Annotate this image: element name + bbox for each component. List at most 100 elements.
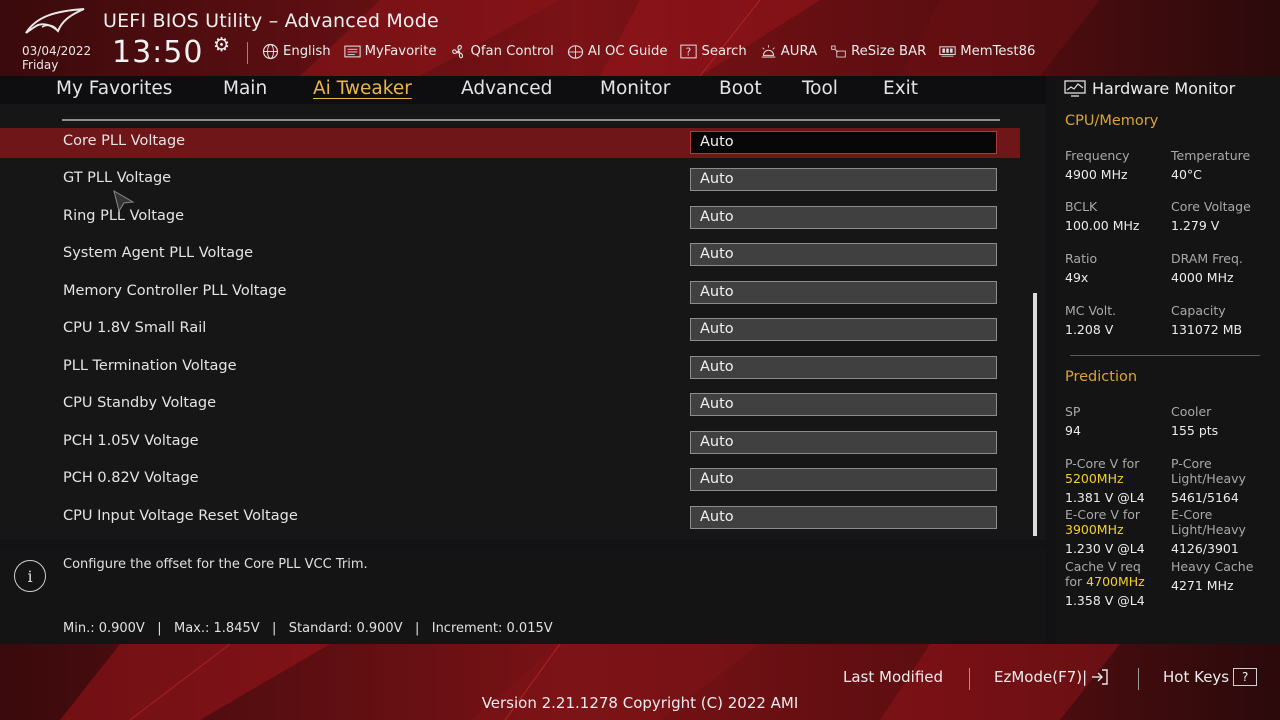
search-box-icon: ? <box>680 43 698 60</box>
qfan-control-button[interactable]: Qfan Control <box>450 43 554 60</box>
setting-label: GT PLL Voltage <box>63 170 172 186</box>
exit-arrow-icon <box>1092 669 1108 685</box>
cache-voltage-prediction: Cache V req for 4700MHz 1.358 V @L4 <box>1065 559 1145 608</box>
myfavorite-button[interactable]: MyFavorite <box>343 43 437 60</box>
prediction-section-title: Prediction <box>1065 369 1138 385</box>
ai-oc-guide-label: AI OC Guide <box>587 44 668 59</box>
frequency-value: 4900 MHz <box>1065 167 1128 182</box>
mouse-cursor-icon <box>113 190 135 212</box>
hot-keys-label: Hot Keys <box>1163 668 1230 686</box>
setting-value-field[interactable]: Auto <box>690 356 997 379</box>
pcore-light-heavy-value: 5461/5164 <box>1171 490 1239 505</box>
ecore-voltage-prediction: E-Core V for 3900MHz 1.230 V @L4 <box>1065 507 1145 556</box>
setting-row-pch-1-05v-voltage[interactable]: PCH 1.05V Voltage Auto <box>0 428 1020 458</box>
setting-row-core-pll-voltage[interactable]: Core PLL Voltage Auto <box>0 128 1020 158</box>
svg-text:?: ? <box>686 47 691 58</box>
last-modified-button[interactable]: Last Modified <box>843 668 943 686</box>
setting-row-cpu-standby-voltage[interactable]: CPU Standby Voltage Auto <box>0 390 1020 420</box>
ecore-label: E-Core <box>1171 507 1213 522</box>
mc-volt-value: 1.208 V <box>1065 322 1114 337</box>
search-button[interactable]: ? Search <box>680 43 747 60</box>
tab-monitor[interactable]: Monitor <box>600 78 670 99</box>
memory-icon <box>939 43 956 60</box>
date-display: 03/04/2022 Friday <box>22 44 91 72</box>
date-text: 03/04/2022 <box>22 44 92 58</box>
memtest86-button[interactable]: MemTest86 <box>939 43 1035 60</box>
aura-button[interactable]: AURA <box>760 43 817 60</box>
toolbar: English MyFavorite Qfan Control AI OC Gu… <box>262 43 1035 60</box>
setting-value-field[interactable]: Auto <box>690 131 997 154</box>
pcore-v-value: 1.381 V @L4 <box>1065 490 1145 505</box>
myfavorite-label: MyFavorite <box>364 44 437 59</box>
setting-row-system-agent-pll-voltage[interactable]: System Agent PLL Voltage Auto <box>0 240 1020 270</box>
settings-scrollbar-thumb[interactable] <box>1033 293 1037 536</box>
ai-oc-guide-button[interactable]: AI OC Guide <box>567 43 668 60</box>
setting-value-field[interactable]: Auto <box>690 506 997 529</box>
help-panel: i Configure the offset for the Core PLL … <box>0 548 1046 644</box>
setting-label: PCH 0.82V Voltage <box>63 470 199 486</box>
resize-bar-label: ReSize BAR <box>851 44 927 59</box>
setting-row-pll-termination-voltage[interactable]: PLL Termination Voltage Auto <box>0 353 1020 383</box>
tab-ai-tweaker[interactable]: Ai Tweaker <box>313 78 412 99</box>
tab-my-favorites[interactable]: My Favorites <box>56 78 172 99</box>
bclk-stat: BCLK 100.00 MHz <box>1065 199 1139 233</box>
tab-main[interactable]: Main <box>223 78 267 99</box>
cache-v-for-label: for <box>1065 574 1083 589</box>
setting-value-field[interactable]: Auto <box>690 468 997 491</box>
cooler-label: Cooler <box>1171 404 1212 419</box>
tab-tool[interactable]: Tool <box>802 78 838 99</box>
ecore-light-heavy-label: Light/Heavy <box>1171 522 1246 537</box>
setting-row-memory-controller-pll-voltage[interactable]: Memory Controller PLL Voltage Auto <box>0 278 1020 308</box>
heavy-cache-value: 4271 MHz <box>1171 578 1234 593</box>
core-voltage-label: Core Voltage <box>1171 199 1251 214</box>
setting-value-field[interactable]: Auto <box>690 318 997 341</box>
core-voltage-value: 1.279 V <box>1171 218 1220 233</box>
ecore-v-value: 1.230 V @L4 <box>1065 541 1145 556</box>
setting-row-cpu-input-voltage-reset-voltage[interactable]: CPU Input Voltage Reset Voltage Auto <box>0 503 1020 533</box>
header-bar: UEFI BIOS Utility – Advanced Mode 03/04/… <box>0 0 1280 76</box>
setting-label: CPU Input Voltage Reset Voltage <box>63 508 298 524</box>
setting-value-field[interactable]: Auto <box>690 206 997 229</box>
capacity-value: 131072 MB <box>1171 322 1243 337</box>
version-text: Version 2.21.1278 Copyright (C) 2022 AMI <box>481 694 799 712</box>
ecore-light-heavy-prediction: E-Core Light/Heavy 4126/3901 <box>1171 507 1246 556</box>
clock-settings-gear-icon[interactable]: ⚙ <box>213 34 230 56</box>
hardware-monitor-header: Hardware Monitor <box>1064 79 1235 98</box>
hot-keys-help-icon: ? <box>1233 668 1258 686</box>
setting-label: Core PLL Voltage <box>63 133 186 149</box>
setting-label: PLL Termination Voltage <box>63 358 237 374</box>
ezmode-label: EzMode(F7)| <box>994 668 1088 686</box>
setting-value-field[interactable]: Auto <box>690 168 997 191</box>
ezmode-button[interactable]: EzMode(F7)| <box>994 668 1109 686</box>
tab-advanced[interactable]: Advanced <box>461 78 552 99</box>
globe-icon <box>262 43 279 60</box>
setting-value-field[interactable]: Auto <box>690 431 997 454</box>
ai-chip-icon <box>567 43 584 60</box>
setting-value-field[interactable]: Auto <box>690 243 997 266</box>
hot-keys-button[interactable]: Hot Keys ? <box>1163 668 1258 686</box>
settings-panel: Core PLL Voltage Auto GT PLL Voltage Aut… <box>0 104 1046 540</box>
info-icon: i <box>14 560 46 592</box>
settings-scrollbar[interactable] <box>1033 118 1037 536</box>
setting-row-cpu-1-8v-small-rail[interactable]: CPU 1.8V Small Rail Auto <box>0 315 1020 345</box>
hardware-monitor-title: Hardware Monitor <box>1092 79 1236 98</box>
capacity-stat: Capacity 131072 MB <box>1171 303 1242 337</box>
section-divider <box>62 119 1000 121</box>
ratio-value: 49x <box>1065 270 1089 285</box>
tab-exit[interactable]: Exit <box>883 78 918 99</box>
pcore-light-heavy-label: Light/Heavy <box>1171 471 1246 486</box>
rog-logo-icon <box>25 8 85 34</box>
dram-freq-stat: DRAM Freq. 4000 MHz <box>1171 251 1243 285</box>
resize-bar-button[interactable]: ReSize BAR <box>830 43 926 60</box>
dram-freq-label: DRAM Freq. <box>1171 251 1243 266</box>
tab-boot[interactable]: Boot <box>719 78 762 99</box>
heavy-cache-prediction: Heavy Cache 4271 MHz <box>1171 559 1253 593</box>
setting-row-pch-0-82v-voltage[interactable]: PCH 0.82V Voltage Auto <box>0 465 1020 495</box>
setting-row-ring-pll-voltage[interactable]: Ring PLL Voltage Auto <box>0 203 1020 233</box>
setting-value-field[interactable]: Auto <box>690 393 997 416</box>
setting-row-gt-pll-voltage[interactable]: GT PLL Voltage Auto <box>0 165 1020 195</box>
aura-light-icon <box>760 43 777 60</box>
setting-value-field[interactable]: Auto <box>690 281 997 304</box>
language-button[interactable]: English <box>262 43 331 60</box>
help-description: Configure the offset for the Core PLL VC… <box>63 557 368 572</box>
